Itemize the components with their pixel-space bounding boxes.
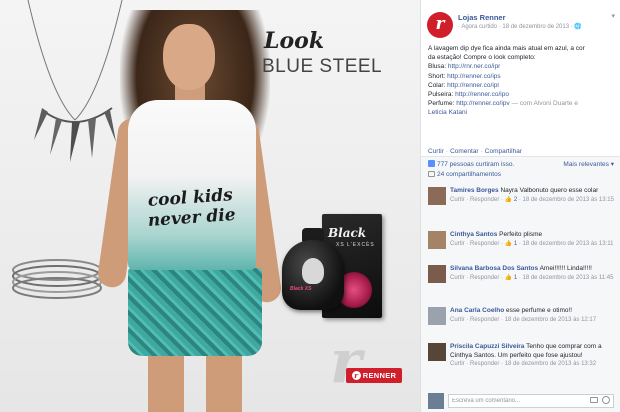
page-avatar[interactable]: r xyxy=(427,12,453,38)
post-side-panel: r Lojas Renner · Agora curtido · 18 de d… xyxy=(420,0,620,412)
renner-watermark-logo: r xyxy=(330,327,362,397)
pulseira-link[interactable]: http://renner.co/ipo xyxy=(455,91,509,98)
caption-line: da estação! Compre o look completo: xyxy=(428,54,536,62)
caption-line: Perfume: http://renner.co/ipv — com Alvo… xyxy=(428,100,578,108)
comment-text: Amei!!!!!! Linda!!!!! xyxy=(538,265,592,272)
share-icon xyxy=(428,171,435,177)
comment-body: Cinthya Santos Perfeito plisme Curtir · … xyxy=(450,231,614,248)
post-meta: · Agora curtido · 18 de dezembro de 2013… xyxy=(458,23,582,30)
comment-meta: Curtir · Responder · 👍 1 · 18 de dezembr… xyxy=(450,274,614,281)
camera-icon[interactable] xyxy=(590,397,598,403)
comment-meta: Curtir · Responder · 👍 1 · 18 de dezembr… xyxy=(450,240,614,247)
avatar[interactable] xyxy=(428,307,446,325)
look-title: Look xyxy=(264,28,325,54)
comment-like-count[interactable]: 👍 1 xyxy=(505,241,517,247)
post-timestamp[interactable]: · Agora curtido · 18 de dezembro de 2013… xyxy=(458,24,574,30)
caption-line: Short: http://renner.co/ips xyxy=(428,72,501,80)
post-photo[interactable]: cool kids never die Look BLUE STEEL Blac… xyxy=(0,0,420,412)
caption-line: Colar: http://renner.co/ipl xyxy=(428,81,499,89)
comment-body: Silvana Barbosa Dos Santos Amei!!!!!! Li… xyxy=(450,265,614,282)
comment-like-count[interactable]: 👍 1 xyxy=(505,275,517,281)
comment-author-link[interactable]: Priscila Capuzzi Silveira xyxy=(450,343,524,350)
perfume-brand: Black xyxy=(328,226,367,240)
comment-author-link[interactable]: Ana Carla Coelho xyxy=(450,307,504,314)
bottle-label: Black XS xyxy=(290,286,312,292)
perfume-link[interactable]: http://renner.co/ipv xyxy=(456,100,509,107)
caption-line: Pulseira: http://renner.co/ipo xyxy=(428,91,509,99)
write-comment-box xyxy=(428,393,614,409)
avatar[interactable] xyxy=(428,231,446,249)
renner-r-icon: r xyxy=(351,371,361,380)
short-link[interactable]: http://renner.co/ips xyxy=(447,73,500,80)
avatar[interactable] xyxy=(428,343,446,361)
caption-line: A lavagem dip dye fica ainda mais atual … xyxy=(428,45,585,52)
renner-badge-label: RENNER xyxy=(362,371,397,380)
comment-text: esse perfume e otimo!! xyxy=(504,307,573,314)
comment-text: Nayra Valbonuto quero esse colar xyxy=(498,187,599,194)
avatar[interactable] xyxy=(428,265,446,283)
tagged-person-link[interactable]: Leticia Katani xyxy=(428,109,467,116)
model-left-leg xyxy=(148,352,184,412)
like-button[interactable]: Curtir xyxy=(428,148,444,155)
look-subtitle: BLUE STEEL xyxy=(262,56,383,77)
comment-meta: Curtir · Responder · 18 de dezembro de 2… xyxy=(450,316,597,323)
blusa-link[interactable]: http://rnr.ner.co/ipr xyxy=(448,63,500,70)
shirt-print-text: cool kids never die xyxy=(147,185,237,232)
comment-meta: Curtir · Responder · 👍 2 · 18 de dezembr… xyxy=(450,196,614,203)
colar-link[interactable]: http://renner.co/ipl xyxy=(447,82,499,89)
comment-button[interactable]: Comentar xyxy=(450,148,479,155)
perfume-bottle-image: Black XS xyxy=(282,240,344,310)
comment-author-link[interactable]: Tamires Borges xyxy=(450,187,499,194)
model-shorts xyxy=(128,268,262,356)
post-header: r Lojas Renner · Agora curtido · 18 de d… xyxy=(427,8,617,38)
model-face xyxy=(163,24,215,90)
emoji-icon[interactable] xyxy=(602,396,610,404)
comment-body: Ana Carla Coelho esse perfume e otimo!! … xyxy=(450,307,614,324)
likes-count-link[interactable]: 777 pessoas curtiram isso. xyxy=(437,161,514,168)
comment-body: Tamires Borges Nayra Valbonuto quero ess… xyxy=(450,187,614,204)
comment-author-link[interactable]: Silvana Barbosa Dos Santos xyxy=(450,265,538,272)
avatar[interactable] xyxy=(428,187,446,205)
shares-summary: 24 compartilhamentos xyxy=(428,171,501,178)
renner-badge-logo: r RENNER xyxy=(346,368,402,383)
skull-graphic xyxy=(302,258,324,284)
comment-sort-dropdown[interactable]: Mais relevantes ▾ xyxy=(563,160,614,168)
spike-necklace-image xyxy=(27,0,123,162)
avatar xyxy=(428,393,444,409)
shares-count-link[interactable]: 24 compartilhamentos xyxy=(437,171,501,178)
caption-line: Leticia Katani xyxy=(428,108,616,117)
like-thumb-icon xyxy=(428,160,435,167)
comment-meta: Curtir · Responder · 18 de dezembro de 2… xyxy=(450,361,597,368)
comment-author-link[interactable]: Cinthya Santos xyxy=(450,231,497,238)
comment-body: Priscila Capuzzi Silveira Tenho que comp… xyxy=(450,343,614,369)
bangles-image xyxy=(12,259,102,299)
comment-text: Perfeito plisme xyxy=(497,231,543,238)
globe-icon: 🌐 xyxy=(574,24,582,30)
post-caption: A lavagem dip dye fica ainda mais atual … xyxy=(428,44,616,118)
perfume-subline: XS L'EXCÈS xyxy=(336,242,375,248)
chevron-down-icon[interactable]: ▾ xyxy=(611,12,615,20)
model-right-leg xyxy=(206,352,242,412)
page-name-link[interactable]: Lojas Renner xyxy=(458,13,506,22)
feedback-section: 777 pessoas curtiram isso. Mais relevant… xyxy=(421,156,620,412)
share-button[interactable]: Compartilhar xyxy=(485,148,522,155)
likes-summary: 777 pessoas curtiram isso. Mais relevant… xyxy=(428,160,614,168)
caption-line: Blusa: http://rnr.ner.co/ipr xyxy=(428,63,501,71)
comment-like-count[interactable]: 👍 2 xyxy=(505,197,517,203)
post-actions: Curtir · Comentar · Compartilhar xyxy=(428,148,522,155)
